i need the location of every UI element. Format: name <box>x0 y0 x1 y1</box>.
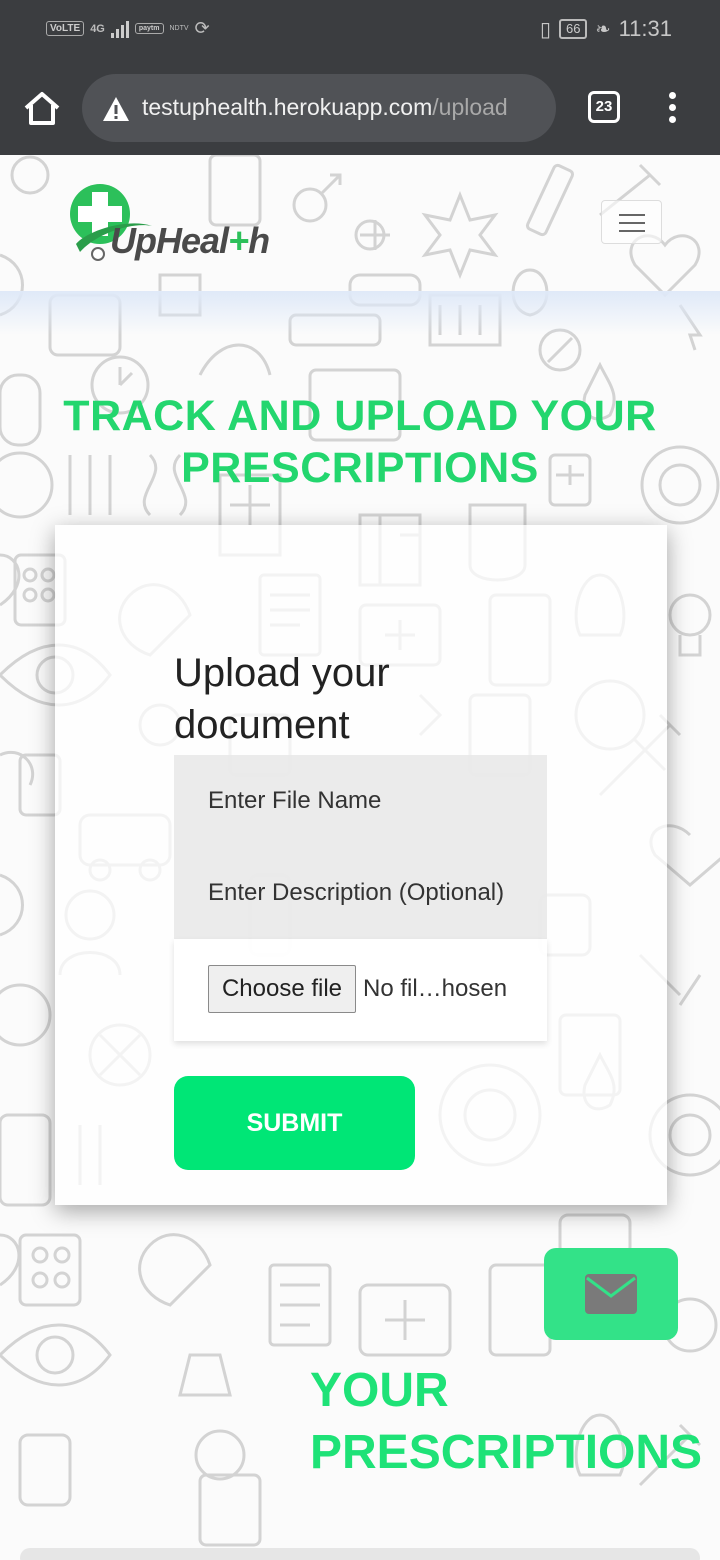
upload-card: Upload your document Enter File Name Ent… <box>55 525 667 1205</box>
address-bar[interactable]: testuphealth.herokuapp.com/upload <box>82 74 556 142</box>
description-input[interactable]: Enter Description (Optional) <box>174 847 547 939</box>
page-title-line-2: PRESCRIPTIONS <box>181 444 539 492</box>
hamburger-line <box>618 230 645 232</box>
home-button[interactable] <box>22 90 62 126</box>
sync-notification-icon: ⟳ <box>194 18 210 38</box>
volte-badge: VoLTE <box>46 21 85 36</box>
envelope-icon <box>585 1274 637 1314</box>
browser-toolbar: testuphealth.herokuapp.com/upload 23 <box>0 62 720 155</box>
prescriptions-section-title: YOUR PRESCRIPTIONS <box>310 1360 702 1484</box>
hamburger-line <box>618 214 645 216</box>
logo-text-prefix: UpHeal <box>110 220 229 261</box>
url-path: /upload <box>432 94 508 120</box>
hamburger-line <box>618 222 645 224</box>
logo-text-suffix: h <box>248 220 270 261</box>
page-title-line-1: TRACK AND UPLOAD YOUR <box>63 392 657 440</box>
ndtv-notification-icon: NDTV <box>169 25 189 32</box>
section-title-line-2: PRESCRIPTIONS <box>310 1426 703 1479</box>
status-right: ▯ 66 ❧ 11:31 <box>540 16 672 42</box>
warning-icon <box>103 97 129 121</box>
choose-file-button[interactable]: Choose file <box>208 965 356 1013</box>
status-bar: VoLTE 4G paytm NDTV ⟳ ▯ 66 ❧ 11:31 <box>0 0 720 62</box>
file-name-input[interactable]: Enter File Name <box>174 755 547 847</box>
submit-button[interactable]: SUBMIT <box>174 1076 415 1170</box>
contact-mail-button[interactable] <box>544 1248 678 1340</box>
browser-menu-button[interactable] <box>662 92 682 126</box>
uphealth-logo[interactable]: UpHeal+h <box>68 180 308 270</box>
menu-dot <box>668 116 676 123</box>
file-picker: Choose file No fil…hosen <box>174 939 547 1041</box>
page-content: UpHeal+h TRACK AND UPLOAD YOUR PRESCRIPT… <box>0 155 720 1560</box>
menu-dot <box>668 92 676 99</box>
nav-menu-toggle[interactable] <box>601 200 662 244</box>
home-icon <box>24 92 60 125</box>
url-text: testuphealth.herokuapp.com/upload <box>142 94 508 121</box>
file-status-text: No fil…hosen <box>363 975 508 1002</box>
page-title: TRACK AND UPLOAD YOUR PRESCRIPTIONS <box>30 390 690 494</box>
battery-icon: 66 <box>559 19 588 39</box>
section-title-line-1: YOUR <box>310 1364 449 1417</box>
vibrate-icon: ▯ <box>540 18 552 41</box>
prescriptions-list-top <box>20 1548 700 1560</box>
tab-switcher-button[interactable]: 23 <box>588 91 620 123</box>
upload-heading: Upload your document <box>174 651 390 747</box>
site-header: UpHeal+h <box>0 155 720 291</box>
logo-text-plus: + <box>228 220 249 261</box>
clock: 11:31 <box>618 16 672 41</box>
network-type-label: 4G <box>90 22 105 35</box>
paytm-notification-icon: paytm <box>134 23 164 34</box>
logo-wordmark: UpHeal+h <box>110 220 270 262</box>
leaf-icon: ❧ <box>595 18 611 39</box>
status-indicators: VoLTE 4G paytm NDTV ⟳ <box>46 18 210 39</box>
signal-icon <box>110 20 129 38</box>
url-host: testuphealth.herokuapp.com <box>142 94 433 120</box>
menu-dot <box>668 104 676 111</box>
header-shadow <box>0 291 720 335</box>
